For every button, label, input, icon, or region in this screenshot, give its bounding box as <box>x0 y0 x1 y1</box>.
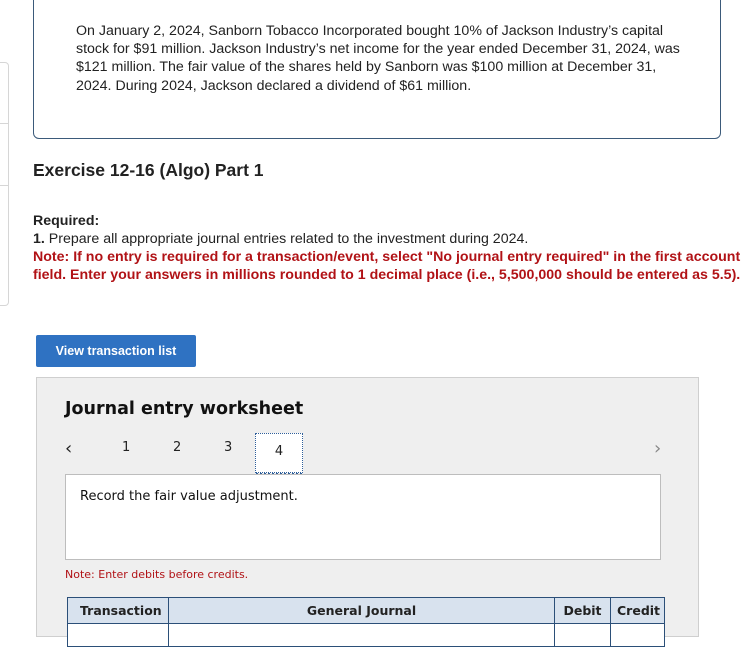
table-row <box>67 623 665 647</box>
credit-cell[interactable] <box>610 623 665 647</box>
chevron-right-icon[interactable]: › <box>654 438 661 459</box>
chevron-left-icon[interactable]: ‹ <box>65 438 72 459</box>
worksheet-page-4-active[interactable]: 4 <box>255 433 303 475</box>
left-side-panel-tabs[interactable] <box>0 62 9 306</box>
table-header-row: Transaction General Journal Debit Credit <box>67 597 665 624</box>
required-section: Required: 1. Prepare all appropriate jou… <box>33 212 745 284</box>
column-header-credit: Credit <box>610 597 665 624</box>
required-item: 1. Prepare all appropriate journal entri… <box>33 230 745 248</box>
required-item-number: 1. <box>33 231 45 247</box>
worksheet-page-3[interactable]: 3 <box>224 440 232 455</box>
debit-cell[interactable] <box>554 623 611 647</box>
view-transaction-list-button[interactable]: View transaction list <box>36 335 196 367</box>
journal-entry-worksheet: Journal entry worksheet ‹ 1 2 3 4 › Reco… <box>36 377 699 647</box>
transaction-description-box: Record the fair value adjustment. <box>65 474 661 560</box>
transaction-description: Record the fair value adjustment. <box>80 489 298 504</box>
column-header-transaction: Transaction <box>67 597 169 624</box>
general-journal-cell[interactable] <box>168 623 555 647</box>
problem-statement-text: On January 2, 2024, Sanborn Tobacco Inco… <box>76 23 680 94</box>
column-header-general-journal: General Journal <box>168 597 555 624</box>
required-item-text: Prepare all appropriate journal entries … <box>48 231 529 247</box>
left-panel-divider <box>0 123 8 124</box>
exercise-title: Exercise 12-16 (Algo) Part 1 <box>33 160 264 180</box>
worksheet-page-1[interactable]: 1 <box>122 440 130 455</box>
left-panel-divider <box>0 185 8 186</box>
transaction-cell <box>67 623 169 647</box>
worksheet-page-2[interactable]: 2 <box>173 440 181 455</box>
journal-entry-table: Transaction General Journal Debit Credit <box>67 597 665 647</box>
debits-credits-note: Note: Enter debits before credits. <box>65 568 249 581</box>
required-note: Note: If no entry is required for a tran… <box>33 249 741 283</box>
worksheet-title: Journal entry worksheet <box>65 399 304 419</box>
required-label: Required: <box>33 213 100 229</box>
column-header-debit: Debit <box>554 597 611 624</box>
